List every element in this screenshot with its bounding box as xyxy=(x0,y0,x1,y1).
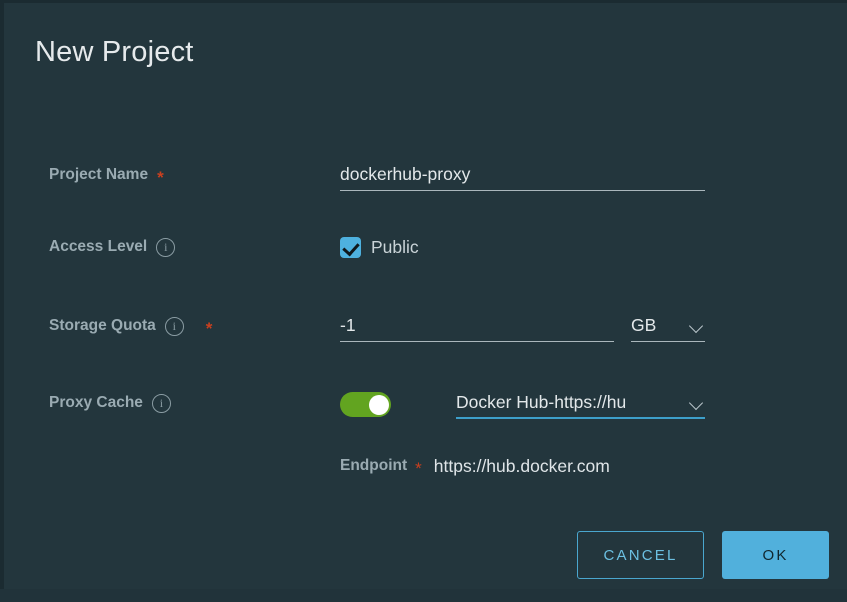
access-level-label: Access Level i xyxy=(49,225,175,269)
project-name-value: dockerhub-proxy xyxy=(340,160,705,188)
endpoint-row: Endpoint * https://hub.docker.com xyxy=(340,452,610,480)
ok-button[interactable]: OK xyxy=(722,531,829,579)
storage-quota-unit-select[interactable]: GB xyxy=(631,310,705,342)
storage-quota-label: Storage Quota i * xyxy=(49,304,212,348)
cancel-button[interactable]: CANCEL xyxy=(577,531,704,579)
info-icon[interactable]: i xyxy=(165,317,184,336)
info-icon[interactable]: i xyxy=(152,394,171,413)
toggle-knob xyxy=(369,395,389,415)
endpoint-label: Endpoint xyxy=(340,457,407,475)
proxy-cache-toggle[interactable] xyxy=(340,392,391,417)
form-row-project-name: Project Name * dockerhub-proxy xyxy=(4,153,847,197)
project-name-label-text: Project Name xyxy=(49,166,148,184)
form-row-storage-quota: Storage Quota i * -1 GB xyxy=(4,304,847,348)
proxy-cache-label-text: Proxy Cache xyxy=(49,394,143,412)
chevron-down-icon[interactable] xyxy=(689,318,705,334)
storage-quota-input[interactable]: -1 xyxy=(340,310,614,342)
storage-quota-value: -1 xyxy=(340,311,614,339)
window-bottom-strip xyxy=(0,589,847,602)
storage-quota-label-text: Storage Quota xyxy=(49,317,156,335)
public-checkbox[interactable] xyxy=(340,237,361,258)
dialog-title: New Project xyxy=(35,36,194,69)
proxy-cache-registry-value: Docker Hub-https://hu xyxy=(456,388,683,416)
chevron-down-icon[interactable] xyxy=(689,395,705,411)
form-row-access-level: Access Level i Public xyxy=(4,225,847,269)
public-checkbox-label[interactable]: Public xyxy=(371,237,419,258)
access-level-label-text: Access Level xyxy=(49,238,147,256)
endpoint-value: https://hub.docker.com xyxy=(434,456,610,477)
required-asterisk: * xyxy=(206,320,213,337)
storage-quota-unit-value: GB xyxy=(631,311,683,339)
form-row-proxy-cache: Proxy Cache i Docker Hub-https://hu xyxy=(4,381,847,425)
required-asterisk: * xyxy=(415,460,422,477)
project-name-input[interactable]: dockerhub-proxy xyxy=(340,159,705,191)
required-asterisk: * xyxy=(157,169,164,186)
new-project-dialog: New Project Project Name * dockerhub-pro… xyxy=(4,3,847,589)
project-name-label: Project Name * xyxy=(49,153,164,197)
proxy-cache-registry-select[interactable]: Docker Hub-https://hu xyxy=(456,387,705,419)
public-checkbox-group[interactable]: Public xyxy=(340,225,419,269)
proxy-cache-label: Proxy Cache i xyxy=(49,381,171,425)
info-icon[interactable]: i xyxy=(156,238,175,257)
